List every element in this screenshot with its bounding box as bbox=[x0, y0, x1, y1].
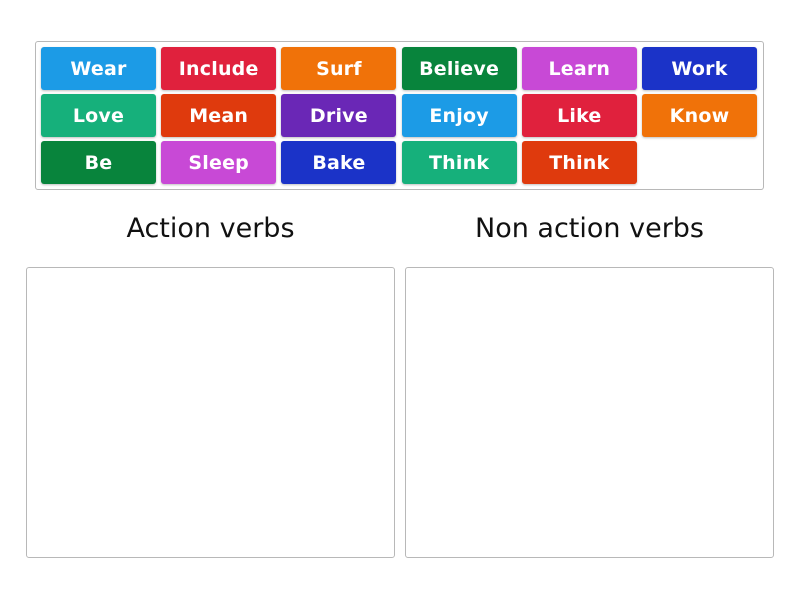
word-tile-pool: Wear Include Surf Believe Learn Work Love Mean D… bbox=[35, 41, 764, 190]
word-tile-know[interactable]: Know bbox=[642, 94, 757, 137]
word-tile-work[interactable]: Work bbox=[642, 47, 757, 90]
word-tile-surf[interactable]: Surf bbox=[281, 47, 397, 90]
word-tile-wear[interactable]: Wear bbox=[41, 47, 156, 90]
word-tile-bake[interactable]: Bake bbox=[281, 141, 397, 184]
drop-zone-action-verbs[interactable] bbox=[26, 267, 395, 558]
word-tile-like[interactable]: Like bbox=[521, 94, 637, 137]
word-tile-enjoy[interactable]: Enjoy bbox=[401, 94, 517, 137]
word-tile-mean[interactable]: Mean bbox=[161, 94, 277, 137]
word-tile-learn[interactable]: Learn bbox=[521, 47, 637, 90]
drop-zone-non-action-verbs[interactable] bbox=[405, 267, 774, 558]
word-tile-think[interactable]: Think bbox=[401, 141, 517, 184]
word-tile-be[interactable]: Be bbox=[41, 141, 156, 184]
word-tile-sleep[interactable]: Sleep bbox=[161, 141, 277, 184]
word-tile-believe[interactable]: Believe bbox=[401, 47, 517, 90]
word-tile-love[interactable]: Love bbox=[41, 94, 156, 137]
word-tile-think[interactable]: Think bbox=[521, 141, 637, 184]
group-heading-action-verbs: Action verbs bbox=[126, 213, 295, 244]
word-tile-include[interactable]: Include bbox=[161, 47, 277, 90]
group-heading-non-action-verbs: Non action verbs bbox=[475, 213, 704, 244]
word-tile-drive[interactable]: Drive bbox=[281, 94, 397, 137]
